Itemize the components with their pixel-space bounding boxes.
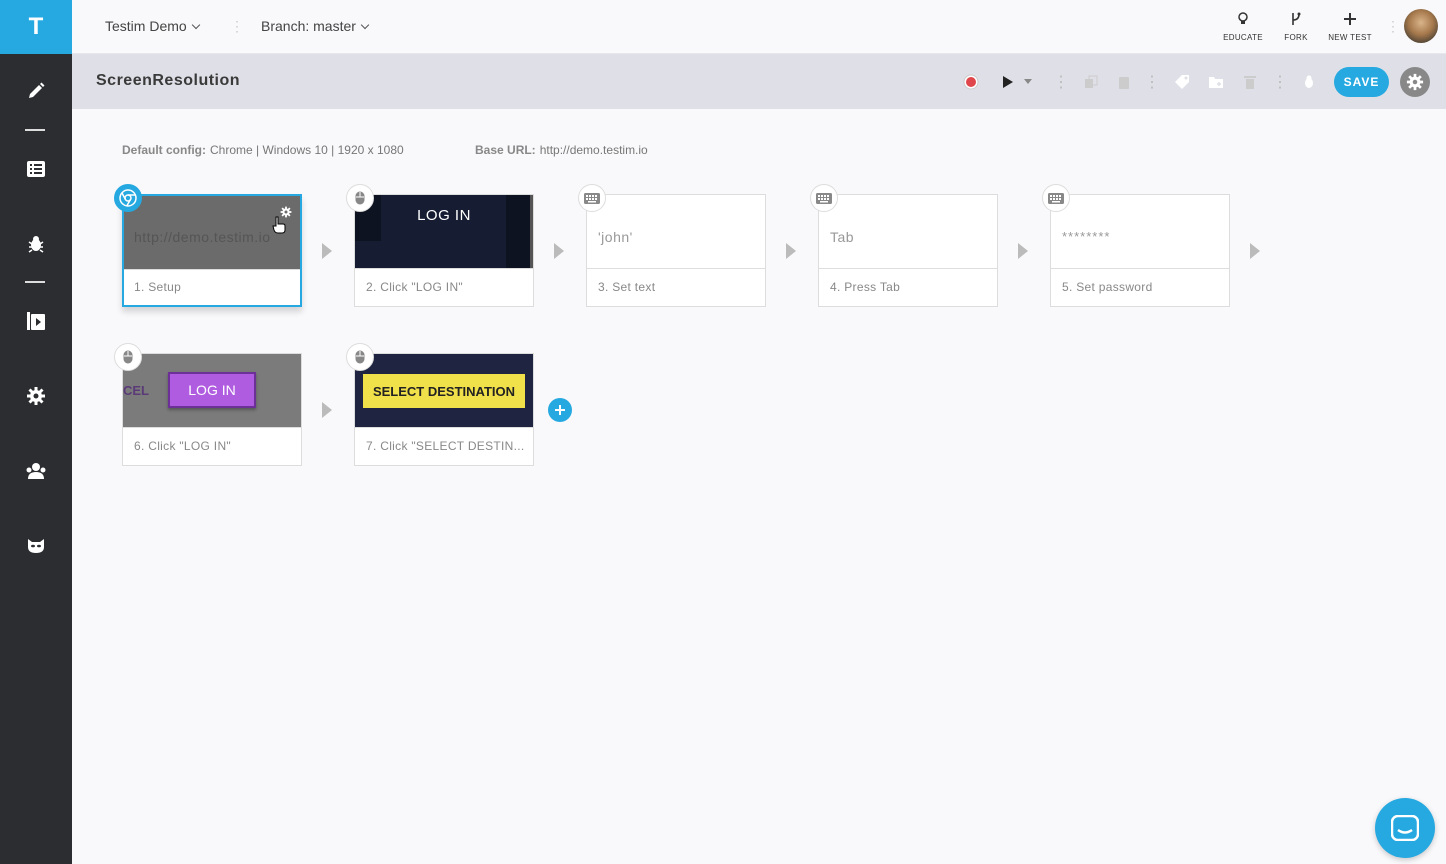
divider: ⋮: [1272, 74, 1288, 91]
chevron-down-icon: [191, 20, 200, 30]
gear-icon[interactable]: [18, 378, 54, 414]
step-arrow: [1250, 243, 1260, 259]
add-step-button[interactable]: [548, 398, 572, 422]
step-card-press-tab[interactable]: Tab 4. Press Tab: [818, 194, 998, 307]
base-url: Base URL: http://demo.testim.io: [475, 143, 648, 157]
tag-icon[interactable]: [1172, 72, 1192, 92]
step-card-set-password[interactable]: ******** 5. Set password: [1050, 194, 1230, 307]
keyboard-icon: [1042, 184, 1070, 212]
plus-icon: [1344, 13, 1356, 25]
test-title-bar: ScreenResolution ⋮ ⋮ ⋮ SAVE: [72, 54, 1446, 109]
step-card-click-login-2[interactable]: CEL LOG IN 6. Click "LOG IN": [122, 353, 302, 466]
team-icon[interactable]: [18, 453, 54, 489]
sidebar: T: [0, 0, 72, 864]
step-card-click-login[interactable]: LOG IN 2. Click "LOG IN": [354, 194, 534, 307]
copy-icon[interactable]: [1081, 72, 1101, 92]
educate-button[interactable]: EDUCATE: [1215, 12, 1271, 42]
hand-cursor-icon: [272, 216, 286, 239]
save-button[interactable]: SAVE: [1334, 67, 1389, 97]
chevron-down-icon[interactable]: [1022, 72, 1034, 92]
divider: ⋮: [1053, 74, 1069, 91]
divider: ⋮: [1144, 74, 1160, 91]
step-thumbnail: http://demo.testim.io: [124, 196, 300, 270]
step-card-setup[interactable]: http://demo.testim.io 1. Setup: [122, 194, 302, 307]
trash-icon[interactable]: [1240, 72, 1260, 92]
add-folder-icon[interactable]: [1206, 72, 1226, 92]
step-thumbnail: ********: [1051, 195, 1229, 269]
step-card-set-text[interactable]: 'john' 3. Set text: [586, 194, 766, 307]
chat-icon: [1391, 815, 1419, 841]
divider: ⋮: [230, 18, 244, 34]
chrome-icon: [114, 184, 142, 212]
step-arrow: [322, 402, 332, 418]
mask-icon[interactable]: [18, 528, 54, 564]
divider: ⋮: [1386, 18, 1400, 34]
step-arrow: [786, 243, 796, 259]
record-icon[interactable]: [961, 72, 981, 92]
fork-button[interactable]: FORK: [1268, 12, 1324, 42]
play-box-icon[interactable]: [18, 303, 54, 339]
chevron-down-icon: [360, 20, 370, 30]
mouse-icon: [346, 184, 374, 212]
settings-button[interactable]: [1400, 67, 1430, 97]
project-selector[interactable]: Testim Demo: [105, 18, 200, 34]
step-arrow: [322, 243, 332, 259]
bug-icon[interactable]: [18, 226, 54, 262]
step-card-click-select-destination[interactable]: SELECT DESTINATION 7. Click "SELECT DEST…: [354, 353, 534, 466]
paste-icon[interactable]: [1114, 72, 1134, 92]
lightbulb-icon: [1238, 12, 1248, 24]
gear-icon: [1406, 73, 1424, 91]
plus-icon: [555, 405, 565, 415]
chat-launcher-button[interactable]: [1375, 798, 1435, 858]
step-thumbnail: SELECT DESTINATION: [355, 354, 533, 428]
default-config: Default config: Chrome | Windows 10 | 192…: [122, 143, 404, 157]
bug-icon[interactable]: [1299, 72, 1319, 92]
top-bar: Testim Demo ⋮ Branch: master EDUCATE FOR…: [72, 0, 1446, 54]
list-icon[interactable]: [18, 151, 54, 187]
new-test-button[interactable]: NEW TEST: [1322, 12, 1378, 42]
step-arrow: [554, 243, 564, 259]
fork-icon: [1292, 12, 1301, 25]
mouse-icon: [346, 343, 374, 371]
play-icon[interactable]: [997, 72, 1017, 92]
branch-selector[interactable]: Branch: master: [261, 18, 370, 34]
test-name[interactable]: ScreenResolution: [96, 72, 240, 90]
keyboard-icon: [578, 184, 606, 212]
testim-logo[interactable]: T: [0, 0, 72, 54]
step-arrow: [1018, 243, 1028, 259]
step-thumbnail: Tab: [819, 195, 997, 269]
pencil-icon[interactable]: [18, 73, 54, 109]
step-thumbnail: LOG IN: [355, 195, 533, 269]
mouse-icon: [114, 343, 142, 371]
keyboard-icon: [810, 184, 838, 212]
avatar[interactable]: [1404, 9, 1438, 43]
sidebar-separator: [25, 281, 45, 283]
step-thumbnail: 'john': [587, 195, 765, 269]
sidebar-separator: [25, 129, 45, 131]
step-thumbnail: CEL LOG IN: [123, 354, 301, 428]
